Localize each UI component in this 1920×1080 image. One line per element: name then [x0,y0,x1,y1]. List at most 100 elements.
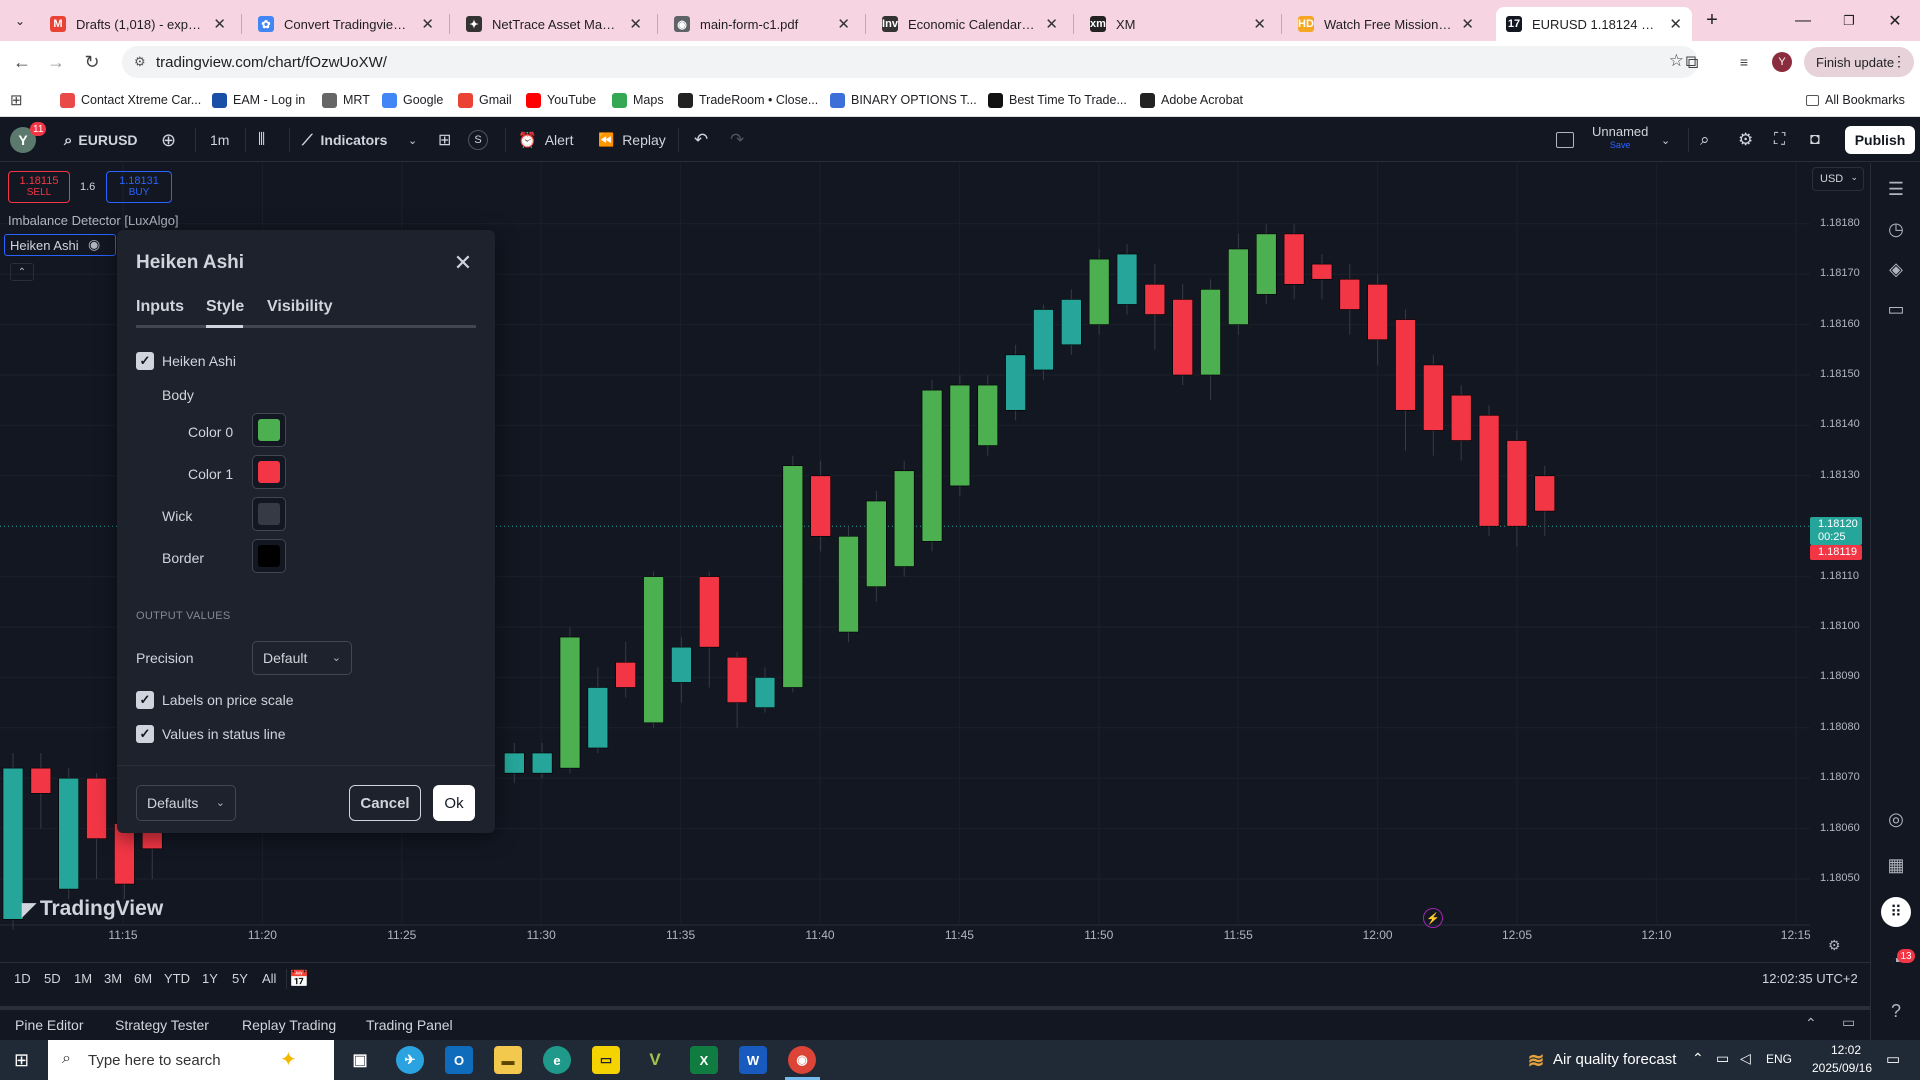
tab-visibility[interactable]: Visibility [267,298,333,316]
candle[interactable] [921,380,943,552]
candle[interactable] [782,455,804,693]
cancel-button[interactable]: Cancel [349,785,421,821]
close-window-button[interactable]: ✕ [1872,0,1918,41]
candle[interactable] [1311,254,1333,300]
notifications-icon[interactable]: ▭ [1886,1050,1900,1068]
chrome-icon[interactable]: ◉ [788,1046,816,1074]
file-explorer-icon[interactable]: ▬ [494,1046,522,1074]
task-view-icon[interactable]: ▣ [346,1046,374,1074]
border-swatch[interactable] [252,539,286,573]
undo-icon[interactable]: ↶ [694,118,708,162]
values-in-status-checkbox[interactable]: ✓ [136,725,154,743]
all-bookmarks[interactable]: All Bookmarks [1806,91,1905,109]
bookmark-item[interactable]: Maps [612,91,664,109]
excel-icon[interactable]: X [690,1046,718,1074]
candle[interactable] [559,627,581,774]
tab-close-icon[interactable]: ✕ [213,15,226,33]
bottom-tab[interactable]: Replay Trading [242,1017,336,1033]
settings-gear-icon[interactable]: ⚙ [1738,118,1753,162]
address-bar[interactable]: ⚙ tradingview.com/chart/fOzwUoXW/ ☆ [122,46,1698,78]
edge-icon[interactable]: e [543,1046,571,1074]
candle[interactable] [671,637,692,703]
browser-tab[interactable]: HD Watch Free Mission: Impossible ✕ [1288,7,1484,41]
bookmark-item[interactable]: Gmail [458,91,512,109]
taskbar-date[interactable]: 2025/09/16 [1802,1061,1882,1075]
price-scale[interactable]: 1.18180 1.18170 1.18160 1.18150 1.18140 1.181… [1810,163,1870,945]
apps-grid-icon[interactable]: ⊞ [10,91,23,109]
labels-on-scale-checkbox[interactable]: ✓ [136,691,154,709]
chevron-up-icon[interactable]: ⌃ [1805,1015,1817,1032]
maximize-panel-icon[interactable]: ▭ [1842,1014,1855,1031]
heiken-ashi-checkbox[interactable]: ✓ [136,352,154,370]
bookmark-item[interactable]: MRT [322,91,370,109]
lightning-icon[interactable]: ⚡ [1423,908,1443,928]
candle[interactable] [503,742,525,784]
candle-type-icon[interactable]: ⫴ [258,118,265,162]
site-info-icon[interactable]: ⚙ [134,54,150,70]
range-button[interactable]: 5D [44,971,61,986]
layout-toggle-icon[interactable] [1556,118,1574,162]
restore-button[interactable]: ❐ [1826,0,1872,41]
buy-button[interactable]: 1.18131 BUY [106,171,172,203]
replay-button[interactable]: ⏪ Replay [598,118,666,162]
new-tab-button[interactable]: + [1692,0,1732,41]
candle[interactable] [949,375,971,496]
collapse-legend-icon[interactable]: ⌃ [10,263,34,281]
outlook-icon[interactable]: O [445,1046,473,1074]
bookmark-item[interactable]: EAM - Log in [212,91,305,109]
range-button[interactable]: 1D [14,971,31,986]
candle[interactable] [838,526,859,643]
finish-update-button[interactable]: Finish update ⋮ [1804,47,1914,77]
bottom-tab[interactable]: Pine Editor [15,1017,83,1033]
weather-icon[interactable]: ≋ [1522,1046,1550,1074]
candle[interactable] [1283,223,1305,300]
tab-close-icon[interactable]: ✕ [837,15,850,33]
word-icon[interactable]: W [739,1046,767,1074]
apps-dots-icon[interactable]: ⠿ [1881,897,1911,927]
language-indicator[interactable]: ENG [1766,1052,1792,1066]
bottom-tab[interactable]: Trading Panel [366,1017,453,1033]
candle[interactable] [1061,289,1082,355]
taskbar-search[interactable]: ⌕ Type here to search ✦ [48,1040,334,1080]
defaults-select[interactable]: Defaults ⌄ [136,785,236,821]
help-icon[interactable]: ? [1884,999,1908,1023]
compass-icon[interactable]: ◎ [1884,807,1908,831]
candle[interactable] [866,490,887,602]
browser-tab[interactable]: ✦ NetTrace Asset Management ✕ [456,7,652,41]
layout-name-button[interactable]: Unnamed Save [1592,118,1648,162]
chat-icon[interactable]: ▭ [1884,297,1908,321]
indicators-button[interactable]: ⟋ Indicators [302,118,387,162]
goto-date-icon[interactable]: 📅 [289,969,309,989]
quick-search-icon[interactable]: ⌕ [1700,118,1710,162]
tab-search-button[interactable]: ⌄ [4,0,36,41]
tab-style[interactable]: Style [206,298,244,316]
candle[interactable] [1033,304,1054,381]
alert-button[interactable]: ⏰ Alert [518,118,573,162]
tab-close-icon[interactable]: ✕ [1045,15,1058,33]
candle[interactable] [531,742,553,779]
templates-icon[interactable]: S [468,118,488,162]
eye-icon[interactable]: ◉ [88,236,100,253]
tab-inputs[interactable]: Inputs [136,298,184,316]
candle[interactable] [977,375,999,456]
candle[interactable] [86,773,107,879]
browser-tab[interactable]: ✿ Convert Tradingview script ✕ [248,7,444,41]
forward-icon[interactable]: → [44,50,68,74]
candle[interactable] [1200,279,1221,401]
candle[interactable] [30,753,52,829]
candle[interactable] [893,460,915,577]
candle[interactable] [1116,243,1138,315]
extensions-icon[interactable]: ⧉ [1680,50,1704,74]
candle[interactable] [1450,385,1472,461]
candle[interactable] [726,652,748,728]
bookmark-item[interactable]: YouTube [526,91,596,109]
ok-button[interactable]: Ok [433,785,475,821]
candle[interactable] [1339,264,1361,335]
browser-tab[interactable]: 17 EURUSD 1.18124 ▲ +0.44% ✕ [1496,7,1692,41]
close-icon[interactable]: ✕ [450,250,476,276]
precision-select[interactable]: Default ⌄ [252,641,352,675]
candle[interactable] [615,642,637,698]
calendar-icon[interactable]: ▦ [1884,853,1908,877]
telegram-icon[interactable]: ✈ [396,1046,424,1074]
candle[interactable] [1423,354,1444,456]
